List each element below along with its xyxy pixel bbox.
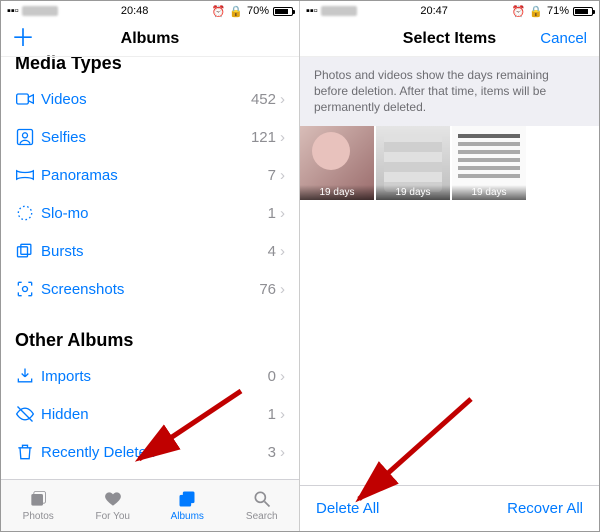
battery-icon [573,7,593,16]
tab-photos[interactable]: Photos [1,480,76,531]
alarm-icon: ⏰ [512,5,526,18]
row-imports[interactable]: Imports 0 › [1,357,299,395]
row-count: 3 [268,444,276,461]
delete-all-button[interactable]: Delete All [316,500,379,517]
screenshot-icon [15,279,41,299]
nav-title: Select Items [403,30,496,48]
tab-label: Search [246,511,278,522]
alarm-icon: ⏰ [212,5,226,18]
battery-icon [273,7,293,16]
panorama-icon [15,165,41,185]
row-label: Recently Deleted [41,444,268,461]
tab-label: For You [96,511,130,522]
select-items-screen: ▪▪▫ 20:47 ⏰ 🔒 71% Select Items Cancel Ph… [300,1,599,531]
tab-bar: Photos For You Albums Search [1,479,299,531]
add-button[interactable]: ＋ [11,27,35,51]
row-label: Videos [41,91,251,108]
section-other-albums: Other Albums [1,326,299,357]
photo-thumb[interactable]: 19 days [452,126,526,200]
selfie-icon [15,127,41,147]
row-videos[interactable]: Videos 452 › [1,80,299,118]
row-screenshots[interactable]: Screenshots 76 › [1,270,299,308]
nav-title: Albums [121,30,180,48]
orientation-lock-icon: 🔒 [529,5,543,18]
status-bar: ▪▪▫ 20:48 ⏰ 🔒 70% [1,1,299,21]
trash-icon [15,442,41,462]
carrier-blur [321,6,357,16]
slomo-icon [15,203,41,223]
chevron-right-icon: › [280,205,285,222]
chevron-right-icon: › [280,129,285,146]
thumbnail-grid: 19 days 19 days 19 days [300,126,599,200]
row-panoramas[interactable]: Panoramas 7 › [1,156,299,194]
row-recently-deleted[interactable]: Recently Deleted 3 › [1,433,299,471]
row-count: 452 [251,91,276,108]
row-label: Imports [41,368,268,385]
tab-label: Albums [171,511,204,522]
tab-search[interactable]: Search [225,480,300,531]
orientation-lock-icon: 🔒 [229,5,243,18]
status-bar: ▪▪▫ 20:47 ⏰ 🔒 71% [300,1,599,21]
deletion-notice: Photos and videos show the days remainin… [300,57,599,126]
row-count: 1 [268,406,276,423]
days-remaining: 19 days [452,185,526,200]
row-count: 76 [259,281,276,298]
status-time: 20:48 [121,5,149,17]
tab-foryou[interactable]: For You [76,480,151,531]
video-icon [15,89,41,109]
chevron-right-icon: › [280,91,285,108]
chevron-right-icon: › [280,368,285,385]
signal-icon: ▪▪▫ [306,5,318,17]
row-label: Screenshots [41,281,259,298]
nav-bar: ＋ Albums [1,21,299,57]
row-count: 0 [268,368,276,385]
row-count: 121 [251,129,276,146]
nav-bar: Select Items Cancel [300,21,599,57]
chevron-right-icon: › [280,444,285,461]
row-label: Bursts [41,243,268,260]
chevron-right-icon: › [280,281,285,298]
composite-screenshot: ▪▪▫ 20:48 ⏰ 🔒 70% ＋ Albums Media Types V… [0,0,600,532]
cancel-button[interactable]: Cancel [540,30,587,47]
chevron-right-icon: › [280,167,285,184]
tab-label: Photos [23,511,54,522]
battery-pct: 71% [547,5,569,17]
carrier-blur [22,6,58,16]
row-count: 1 [268,205,276,222]
row-label: Panoramas [41,167,268,184]
tab-albums[interactable]: Albums [150,480,225,531]
days-remaining: 19 days [300,185,374,200]
row-count: 7 [268,167,276,184]
albums-screen: ▪▪▫ 20:48 ⏰ 🔒 70% ＋ Albums Media Types V… [1,1,300,531]
days-remaining: 19 days [376,185,450,200]
bursts-icon [15,241,41,261]
photo-thumb[interactable]: 19 days [376,126,450,200]
row-selfies[interactable]: Selfies 121 › [1,118,299,156]
hidden-icon [15,404,41,424]
row-count: 4 [268,243,276,260]
chevron-right-icon: › [280,243,285,260]
signal-icon: ▪▪▫ [7,5,19,17]
row-hidden[interactable]: Hidden 1 › [1,395,299,433]
row-label: Slo-mo [41,205,268,222]
chevron-right-icon: › [280,406,285,423]
status-time: 20:47 [420,5,448,17]
row-slomo[interactable]: Slo-mo 1 › [1,194,299,232]
row-bursts[interactable]: Bursts 4 › [1,232,299,270]
row-label: Hidden [41,406,268,423]
action-bar: Delete All Recover All [300,485,599,531]
imports-icon [15,366,41,386]
recover-all-button[interactable]: Recover All [507,500,583,517]
battery-pct: 70% [247,5,269,17]
photo-thumb[interactable]: 19 days [300,126,374,200]
row-label: Selfies [41,129,251,146]
